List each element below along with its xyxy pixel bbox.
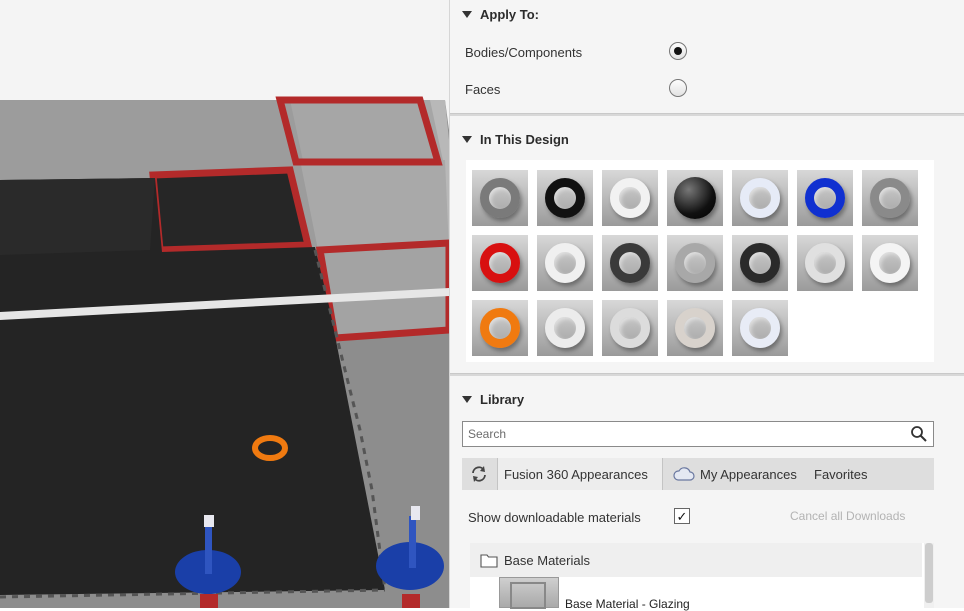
tab-my-appearances[interactable]: My Appearances <box>667 458 807 490</box>
ring-preview-icon <box>675 308 715 348</box>
appearance-swatch[interactable] <box>472 170 528 226</box>
refresh-icon <box>472 466 486 482</box>
tab-label: Favorites <box>814 466 868 482</box>
ring-preview-icon <box>740 243 780 283</box>
library-title: Library <box>480 391 525 407</box>
appearance-swatch[interactable] <box>732 170 788 226</box>
section-divider <box>450 373 964 376</box>
show-downloadable-label: Show downloadable materials <box>468 509 641 525</box>
appearance-swatch[interactable] <box>472 300 528 356</box>
appearance-swatch[interactable] <box>862 235 918 291</box>
design-viewport[interactable] <box>0 0 449 608</box>
option-faces: Faces <box>465 79 695 99</box>
appearance-swatch[interactable] <box>797 170 853 226</box>
bodies-components-radio[interactable] <box>669 42 687 60</box>
apply-to-header[interactable]: Apply To: <box>450 0 964 28</box>
library-tabs: Fusion 360 Appearances My Appearances Fa… <box>462 458 934 490</box>
faces-radio[interactable] <box>669 79 687 97</box>
collapse-triangle-icon <box>462 395 472 403</box>
ring-preview-icon <box>480 308 520 348</box>
ring-preview-icon <box>870 178 910 218</box>
search-icon[interactable] <box>910 425 928 443</box>
appearance-swatch[interactable] <box>667 235 723 291</box>
appearance-swatch[interactable] <box>602 300 658 356</box>
appearance-swatch[interactable] <box>797 235 853 291</box>
appearance-panel: Apply To: Bodies/Components Faces In Thi… <box>449 0 964 611</box>
appearance-swatch[interactable] <box>732 300 788 356</box>
appearance-swatch[interactable] <box>862 170 918 226</box>
swatch-grid <box>466 160 934 362</box>
option-label: Faces <box>465 81 501 97</box>
appearance-swatch[interactable] <box>472 235 528 291</box>
material-thumbnail[interactable] <box>499 577 559 609</box>
in-this-design-title: In This Design <box>480 131 569 147</box>
cloud-icon <box>673 467 695 481</box>
appearance-swatch[interactable] <box>537 170 593 226</box>
refresh-button[interactable] <box>462 458 496 490</box>
ring-preview-icon <box>480 243 520 283</box>
ring-preview-icon <box>610 178 650 218</box>
ring-preview-icon <box>545 243 585 283</box>
tab-favorites[interactable]: Favorites <box>808 458 888 490</box>
ring-preview-icon <box>740 308 780 348</box>
glazing-icon <box>510 582 546 609</box>
viewport-scene <box>0 96 449 608</box>
show-downloadable-row: Show downloadable materials <box>468 507 688 527</box>
collapse-triangle-icon <box>462 135 472 143</box>
option-bodies-components: Bodies/Components <box>465 42 695 62</box>
tab-fusion-360-appearances[interactable]: Fusion 360 Appearances <box>497 458 663 490</box>
library-header[interactable]: Library <box>450 385 964 413</box>
red-tile-center <box>149 166 313 254</box>
appearance-swatch[interactable] <box>602 170 658 226</box>
search-input[interactable] <box>462 421 934 447</box>
appearance-swatch[interactable] <box>602 235 658 291</box>
appearance-swatch[interactable] <box>537 235 593 291</box>
library-tree: Base Materials Base Material - Glazing <box>470 543 932 611</box>
ring-preview-icon <box>675 243 715 283</box>
appearance-swatch[interactable] <box>537 300 593 356</box>
tree-folder-base-materials[interactable]: Base Materials <box>470 543 922 577</box>
tile-right-mid <box>300 160 449 250</box>
ring-preview-icon <box>805 243 845 283</box>
show-downloadable-checkbox[interactable]: ✓ <box>674 508 690 524</box>
collapse-triangle-icon <box>462 10 472 18</box>
ring-preview-icon <box>610 308 650 348</box>
cancel-all-downloads-link[interactable]: Cancel all Downloads <box>790 509 905 523</box>
in-this-design-header[interactable]: In This Design <box>450 125 964 153</box>
ring-preview-icon <box>740 178 780 218</box>
sphere-preview-icon <box>674 177 716 219</box>
appearance-swatch[interactable] <box>667 170 723 226</box>
ring-preview-icon <box>870 243 910 283</box>
material-item-label[interactable]: Base Material - Glazing <box>565 597 690 611</box>
ring-preview-icon <box>480 178 520 218</box>
appearance-swatch[interactable] <box>732 235 788 291</box>
scrollbar-thumb[interactable] <box>925 543 933 603</box>
folder-label: Base Materials <box>504 552 590 568</box>
apply-to-title: Apply To: <box>480 6 539 22</box>
appearance-swatch[interactable] <box>667 300 723 356</box>
option-label: Bodies/Components <box>465 44 583 60</box>
ring-preview-icon <box>805 178 845 218</box>
ring-preview-icon <box>610 243 650 283</box>
folder-icon <box>480 553 498 568</box>
section-divider <box>450 113 964 116</box>
ring-preview-icon <box>545 308 585 348</box>
dark-mat-top <box>0 178 155 255</box>
ring-preview-icon <box>545 178 585 218</box>
tab-label: My Appearances <box>700 466 797 482</box>
tab-label: Fusion 360 Appearances <box>504 466 648 482</box>
tree-scrollbar[interactable] <box>924 543 934 608</box>
